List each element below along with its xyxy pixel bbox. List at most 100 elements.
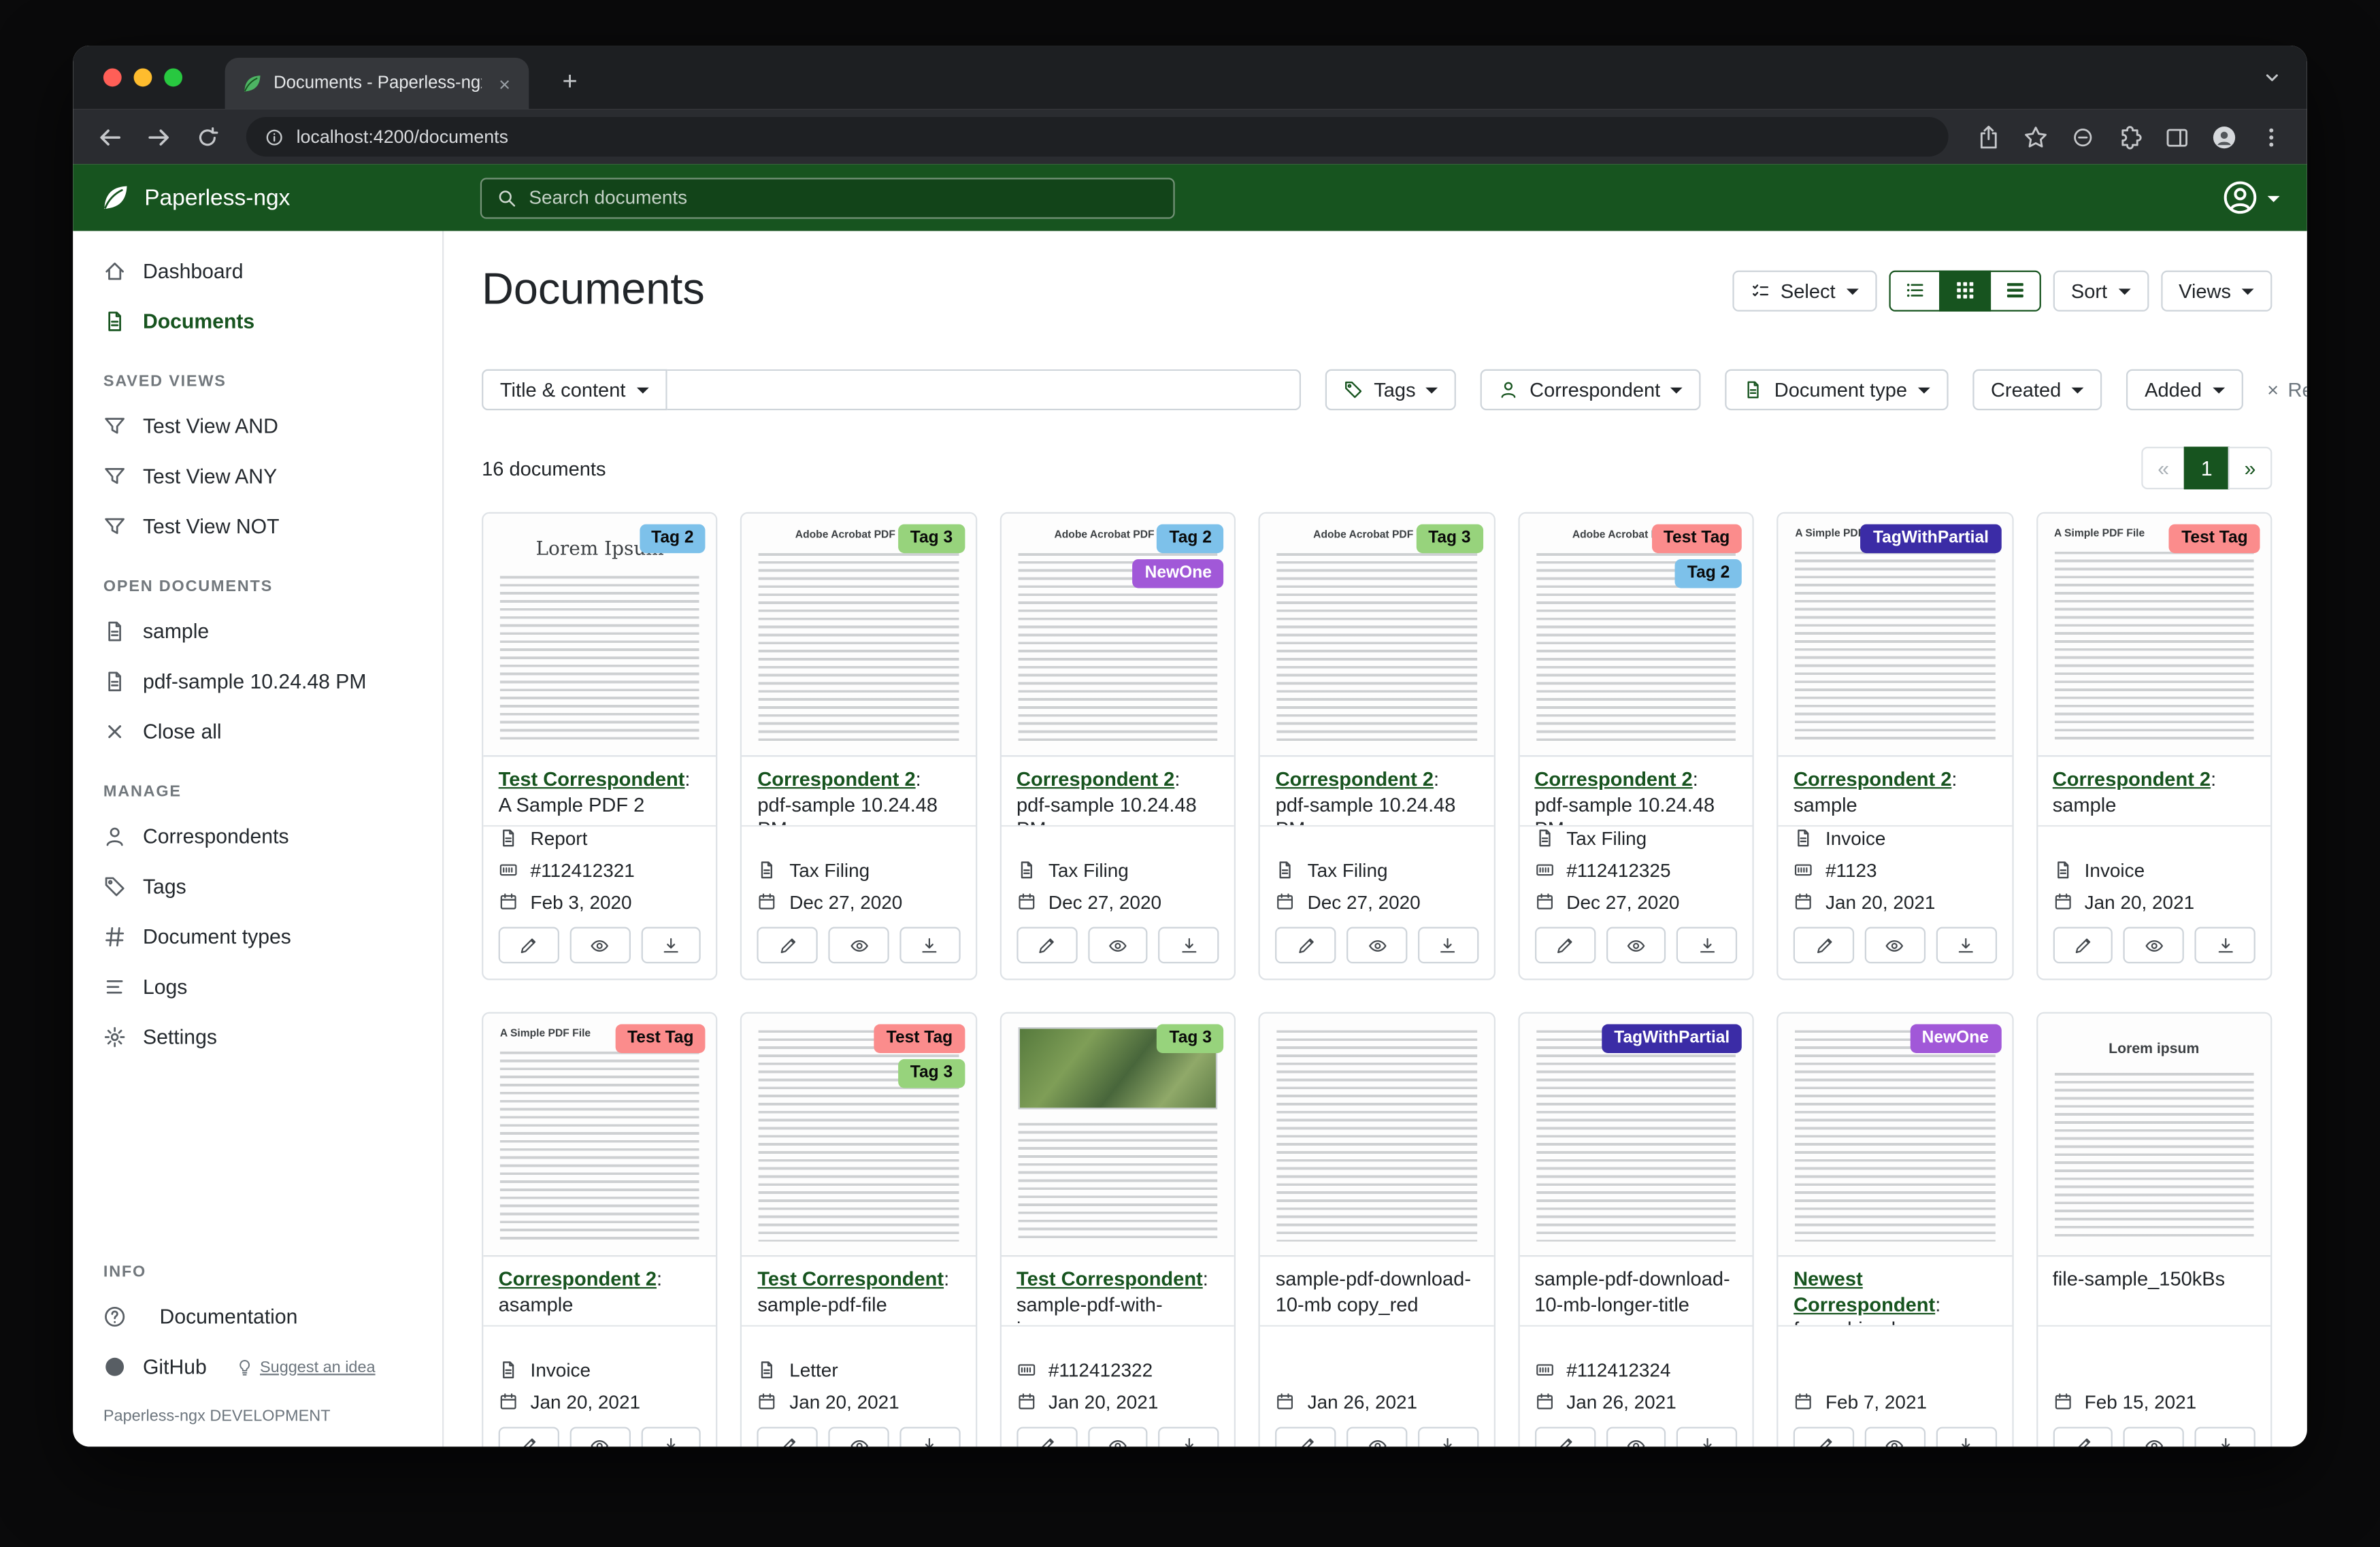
tag-badge[interactable]: Tag 3 — [898, 525, 965, 553]
document-thumbnail[interactable] — [1260, 1014, 1493, 1257]
filter-field-button[interactable]: Title & content — [482, 369, 667, 410]
edit-button[interactable] — [1017, 927, 1077, 964]
browser-menu-button[interactable] — [2249, 116, 2292, 159]
preview-button[interactable] — [829, 927, 889, 964]
tag-badge[interactable]: Tag 3 — [898, 1059, 965, 1088]
share-button[interactable] — [1966, 116, 2009, 159]
tag-badge[interactable]: TagWithPartial — [1861, 525, 2001, 553]
edit-button[interactable] — [499, 1427, 559, 1446]
edit-button[interactable] — [1276, 927, 1336, 964]
document-thumbnail[interactable]: Adobe Acrobat PDF Files Tag 3 — [1260, 514, 1493, 756]
edit-button[interactable] — [757, 927, 818, 964]
download-button[interactable] — [1936, 927, 1996, 964]
preview-button[interactable] — [1606, 1427, 1666, 1446]
sidebar-item-github[interactable]: GitHub Suggest an idea — [73, 1342, 442, 1392]
sidebar-item-tags[interactable]: Tags — [73, 862, 442, 912]
correspondent-filter-button[interactable]: Correspondent — [1481, 369, 1702, 410]
sidebar-item-saved-view-and[interactable]: Test View AND — [73, 401, 442, 452]
views-button[interactable]: Views — [2160, 269, 2272, 310]
next-page-button[interactable]: » — [2228, 447, 2272, 490]
document-thumbnail[interactable]: Test Tag Tag 3 — [742, 1014, 976, 1257]
correspondent-link[interactable]: Correspondent 2 — [1534, 767, 1692, 791]
tag-badge[interactable]: Tag 2 — [1675, 559, 1742, 588]
suggest-idea-link[interactable]: Suggest an idea — [235, 1358, 375, 1376]
document-thumbnail[interactable]: Adobe Acrobat PDF Files Tag 2NewOne — [1002, 514, 1235, 756]
download-button[interactable] — [1677, 927, 1738, 964]
document-type-filter-button[interactable]: Document type — [1725, 369, 1948, 410]
correspondent-link[interactable]: Newest Correspondent — [1794, 1267, 1935, 1315]
correspondent-link[interactable]: Test Correspondent — [499, 767, 685, 791]
download-button[interactable] — [899, 1427, 960, 1446]
preview-button[interactable] — [1088, 927, 1148, 964]
zoom-window-button[interactable] — [164, 69, 182, 87]
document-thumbnail[interactable]: Adobe Acrobat PDF Files Test TagTag 2 — [1519, 514, 1753, 756]
correspondent-link[interactable]: Correspondent 2 — [1276, 767, 1434, 791]
edit-button[interactable] — [1276, 1427, 1336, 1446]
tag-badge[interactable]: Tag 3 — [1157, 1025, 1224, 1053]
tag-badge[interactable]: Tag 3 — [1416, 525, 1483, 553]
back-button[interactable] — [88, 116, 131, 159]
tab-search-chevron-icon[interactable] — [2262, 67, 2283, 88]
preview-button[interactable] — [569, 927, 630, 964]
edit-button[interactable] — [757, 1427, 818, 1446]
site-info-icon[interactable] — [265, 127, 284, 147]
close-window-button[interactable] — [103, 69, 122, 87]
sort-button[interactable]: Sort — [2053, 269, 2148, 310]
sidebar-item-documentation[interactable]: Documentation — [73, 1292, 442, 1342]
correspondent-link[interactable]: Correspondent 2 — [1794, 767, 1951, 791]
document-thumbnail[interactable]: A Simple PDF File Test Tag — [2037, 514, 2270, 756]
correspondent-link[interactable]: Test Correspondent — [757, 1267, 944, 1291]
sidebar-item-correspondents[interactable]: Correspondents — [73, 812, 442, 862]
document-thumbnail[interactable]: Tag 3 — [1002, 1014, 1235, 1257]
correspondent-link[interactable]: Correspondent 2 — [757, 767, 915, 791]
sidebar-item-open-doc-pdf-sample[interactable]: pdf-sample 10.24.48 PM — [73, 656, 442, 707]
table-view-button[interactable] — [1989, 269, 2040, 310]
preview-button[interactable] — [1346, 927, 1407, 964]
created-filter-button[interactable]: Created — [1972, 369, 2102, 410]
added-filter-button[interactable]: Added — [2126, 369, 2243, 410]
tag-badge[interactable]: Test Tag — [2169, 525, 2260, 553]
page-number-button[interactable]: 1 — [2184, 447, 2230, 490]
correspondent-link[interactable]: Correspondent 2 — [1017, 767, 1174, 791]
document-thumbnail[interactable]: Adobe Acrobat PDF Files Tag 3 — [742, 514, 976, 756]
preview-button[interactable] — [1865, 1427, 1926, 1446]
document-thumbnail[interactable]: TagWithPartial — [1519, 1014, 1753, 1257]
tag-badge[interactable]: NewOne — [1910, 1025, 2001, 1053]
tag-badge[interactable]: Tag 2 — [1157, 525, 1224, 553]
correspondent-link[interactable]: Correspondent 2 — [2053, 767, 2211, 791]
download-button[interactable] — [1159, 927, 1219, 964]
edit-button[interactable] — [1794, 1427, 1854, 1446]
download-button[interactable] — [641, 927, 701, 964]
download-button[interactable] — [1677, 1427, 1738, 1446]
tag-badge[interactable]: Tag 2 — [639, 525, 706, 553]
download-button[interactable] — [2195, 927, 2255, 964]
tag-badge[interactable]: Test Tag — [874, 1025, 965, 1053]
download-button[interactable] — [2195, 1427, 2255, 1446]
edit-button[interactable] — [1794, 927, 1854, 964]
edit-button[interactable] — [2053, 1427, 2113, 1446]
preview-button[interactable] — [829, 1427, 889, 1446]
sidebar-item-logs[interactable]: Logs — [73, 962, 442, 1012]
sidebar-item-open-doc-sample[interactable]: sample — [73, 606, 442, 656]
download-button[interactable] — [1418, 1427, 1478, 1446]
document-thumbnail[interactable]: NewOne — [1779, 1014, 2012, 1257]
user-menu[interactable] — [2222, 180, 2280, 216]
sidebar-item-dashboard[interactable]: Dashboard — [73, 246, 442, 297]
preview-button[interactable] — [1606, 927, 1666, 964]
edit-button[interactable] — [499, 927, 559, 964]
edit-button[interactable] — [1534, 1427, 1595, 1446]
select-button[interactable]: Select — [1732, 269, 1877, 310]
minimize-window-button[interactable] — [134, 69, 152, 87]
download-button[interactable] — [1936, 1427, 1996, 1446]
reset-filters-button[interactable]: × Reset filters — [2267, 378, 2307, 401]
tag-badge[interactable]: NewOne — [1133, 559, 1224, 588]
sidebar-item-close-all[interactable]: Close all — [73, 707, 442, 757]
sidebar-item-saved-view-any[interactable]: Test View ANY — [73, 451, 442, 501]
extensions-button[interactable] — [2108, 116, 2151, 159]
edit-button[interactable] — [2053, 927, 2113, 964]
app-brand[interactable]: Paperless-ngx — [100, 182, 290, 213]
download-button[interactable] — [899, 927, 960, 964]
preview-button[interactable] — [569, 1427, 630, 1446]
preview-button[interactable] — [2123, 1427, 2184, 1446]
tags-filter-button[interactable]: Tags — [1325, 369, 1457, 410]
